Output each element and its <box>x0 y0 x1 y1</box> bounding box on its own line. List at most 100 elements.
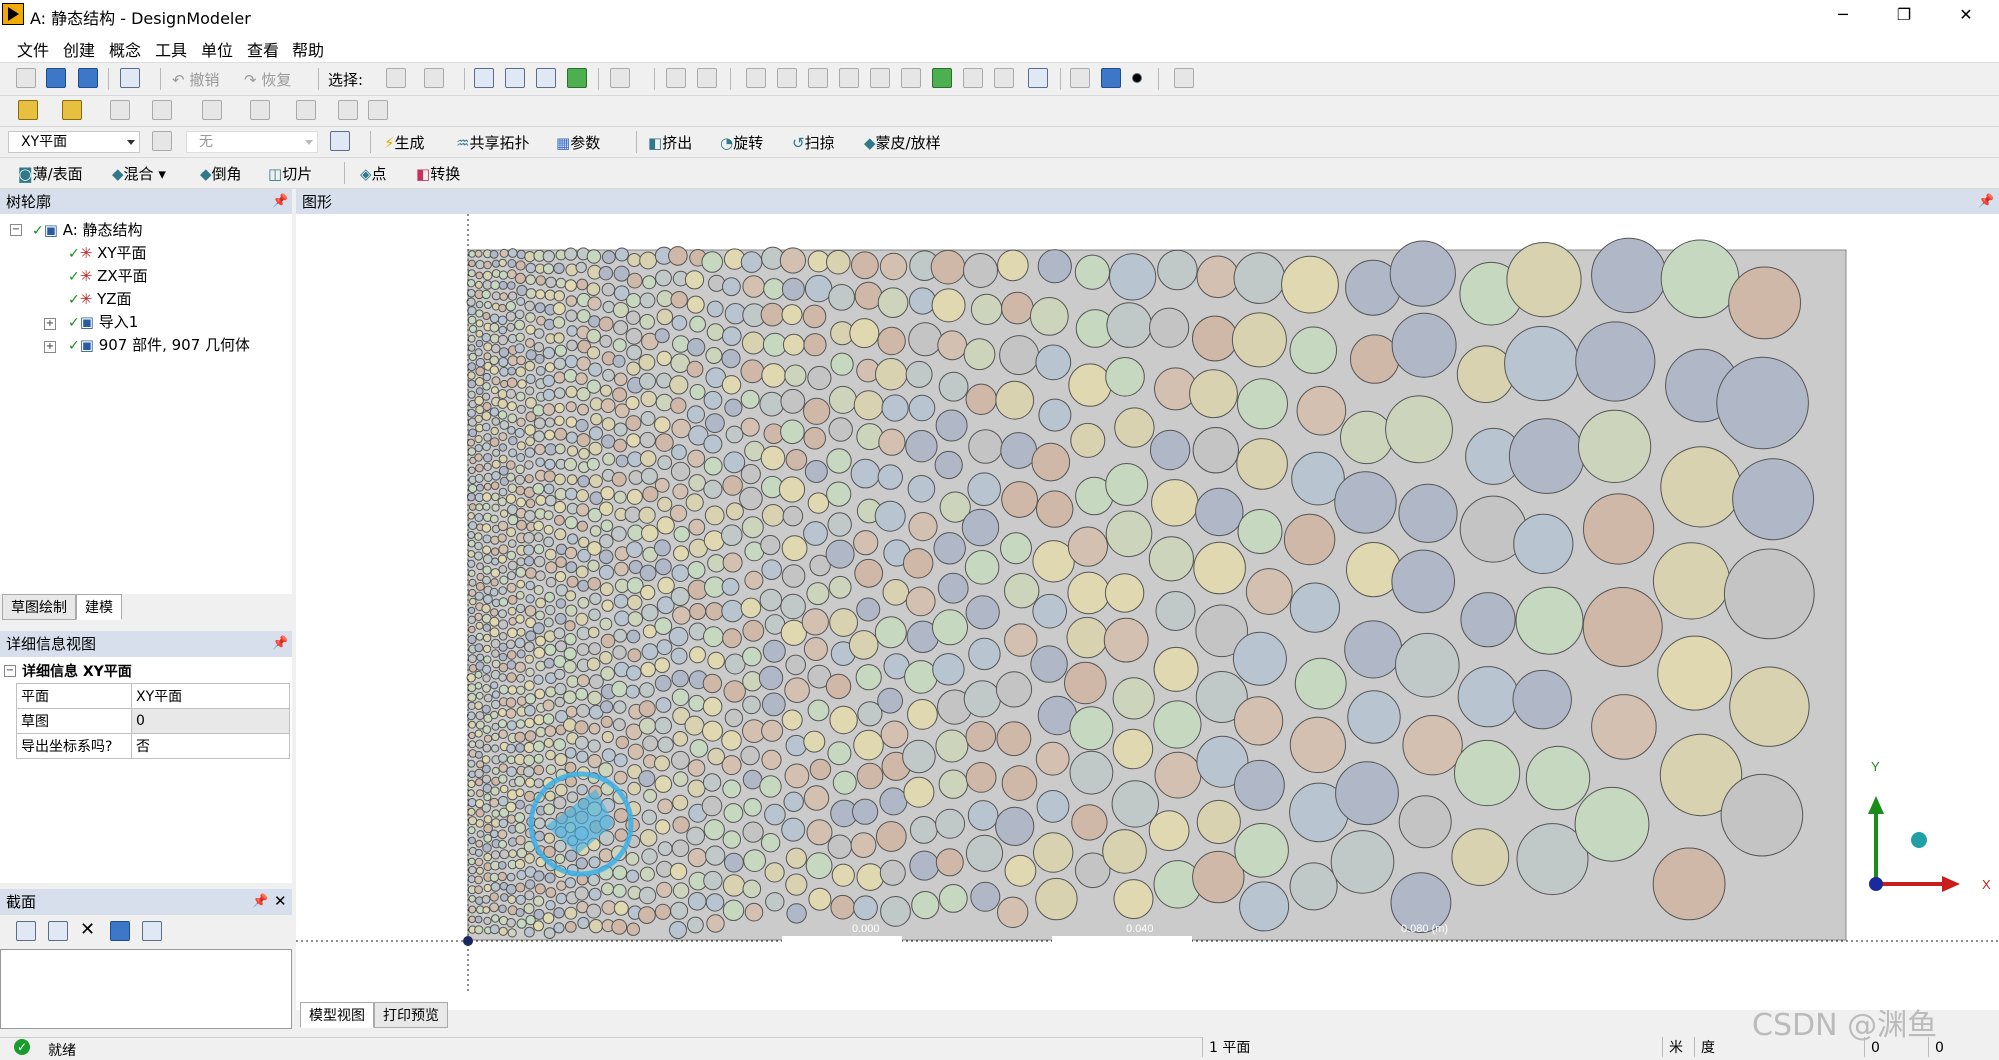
delete-icon[interactable]: ✕ <box>80 919 95 940</box>
tab-sketching[interactable]: 草图绘制 <box>2 594 76 620</box>
revolve-button[interactable]: ◔旋转 <box>720 132 763 153</box>
tree-item-import1[interactable]: ✓▣ 导入1 <box>68 311 138 332</box>
pin-icon[interactable]: 📌 <box>272 636 288 651</box>
particle-circle <box>588 722 601 735</box>
blend-button[interactable]: ◆混合 ▾ <box>112 163 166 184</box>
close-button[interactable]: ✕ <box>1940 0 1992 30</box>
expand-icon[interactable]: + <box>44 341 56 353</box>
particle-circle <box>525 274 536 285</box>
line-tool-4-icon[interactable] <box>250 100 270 120</box>
menu-create[interactable]: 创建 <box>63 37 95 61</box>
menu-file[interactable]: 文件 <box>17 37 49 61</box>
new-icon[interactable] <box>16 68 36 88</box>
undo-button[interactable]: ↶ 撤销 <box>172 69 219 90</box>
redo-button[interactable]: ↷ 恢复 <box>244 69 291 90</box>
section-cap-icon[interactable] <box>110 921 130 941</box>
close-icon[interactable]: ✕ <box>274 892 287 910</box>
section-list[interactable] <box>0 949 292 1029</box>
collapse-icon[interactable]: − <box>10 224 22 236</box>
menu-view[interactable]: 查看 <box>247 37 279 61</box>
extrude-button[interactable]: ◧挤出 <box>648 132 692 153</box>
pin-icon[interactable]: 📌 <box>272 194 288 209</box>
details-value[interactable]: XY平面 <box>131 683 290 709</box>
parameters-button[interactable]: ▦参数 <box>556 132 600 153</box>
thin-surface-button[interactable]: ◙薄/表面 <box>18 163 83 184</box>
display-mode-icon[interactable] <box>62 100 82 120</box>
new-section-icon[interactable] <box>16 921 36 941</box>
pan-icon[interactable] <box>777 68 797 88</box>
particle-circle <box>599 334 613 348</box>
box-select-icon[interactable] <box>666 68 686 88</box>
tree-item-zx-plane[interactable]: ✓✳ ZX平面 <box>68 265 148 286</box>
tree-item-xy-plane[interactable]: ✓✳ XY平面 <box>68 242 147 263</box>
pin-icon[interactable]: 📌 <box>252 894 268 909</box>
slice-button[interactable]: ◫切片 <box>268 163 312 184</box>
graphics-viewport[interactable]: Y X 0.000 0.040 0.080 (m) <box>296 214 1999 1010</box>
copy-section-icon[interactable] <box>48 921 68 941</box>
minimize-button[interactable]: ─ <box>1817 0 1869 30</box>
details-value[interactable]: 否 <box>131 733 290 759</box>
share-topology-button[interactable]: ♒共享拓扑 <box>456 132 529 153</box>
convert-button[interactable]: ◧转换 <box>416 163 460 184</box>
select-faces-icon[interactable] <box>536 68 556 88</box>
tab-print-preview[interactable]: 打印预览 <box>374 1002 448 1028</box>
menu-units[interactable]: 单位 <box>201 37 233 61</box>
zoom-in-icon[interactable] <box>932 68 952 88</box>
new-plane-icon[interactable] <box>152 131 172 151</box>
zoom-box-icon[interactable] <box>839 68 859 88</box>
sweep-button[interactable]: ↺扫掠 <box>792 132 835 153</box>
zoom-fit-icon[interactable] <box>870 68 890 88</box>
section-settings-icon[interactable] <box>142 921 162 941</box>
particle-circle <box>803 333 827 357</box>
tree-root[interactable]: ✓▣ A: 静态结构 <box>32 219 143 240</box>
pin-icon[interactable]: 📌 <box>1978 194 1994 209</box>
generate-button[interactable]: ⚡生成 <box>384 132 425 153</box>
graphics-options-icon[interactable] <box>18 100 38 120</box>
collapse-icon[interactable]: − <box>4 665 16 677</box>
tree-item-yz-plane[interactable]: ✓✳ YZ面 <box>68 288 132 309</box>
new-sketch-icon[interactable] <box>330 131 350 151</box>
select-mode-icon[interactable] <box>386 68 406 88</box>
line-tool-1-icon[interactable] <box>110 100 130 120</box>
pin-tool-icon[interactable] <box>338 100 358 120</box>
expand-icon[interactable]: + <box>44 318 56 330</box>
model-canvas[interactable]: Y X 0.000 0.040 0.080 (m) <box>296 214 1999 1010</box>
box-select-2-icon[interactable] <box>697 68 717 88</box>
zoom-icon[interactable] <box>808 68 828 88</box>
particle-circle <box>554 473 566 486</box>
select-edges-icon[interactable] <box>505 68 525 88</box>
save-icon[interactable] <box>46 68 66 88</box>
iso-view-icon[interactable] <box>994 68 1014 88</box>
rotate-icon[interactable] <box>746 68 766 88</box>
line-tool-2-icon[interactable] <box>152 100 172 120</box>
skin-loft-button[interactable]: ◆蒙皮/放样 <box>864 132 941 153</box>
select-bodies-icon[interactable] <box>567 68 587 88</box>
menu-concept[interactable]: 概念 <box>109 37 141 61</box>
menu-tools[interactable]: 工具 <box>155 37 187 61</box>
line-tool-3-icon[interactable] <box>202 100 222 120</box>
triad-icon[interactable] <box>1070 68 1090 88</box>
tree-item-parts[interactable]: ✓▣ 907 部件, 907 几何体 <box>68 334 250 355</box>
show-hide-icon[interactable] <box>1174 68 1194 88</box>
zoom-magnify-icon[interactable] <box>901 68 921 88</box>
point-display-icon[interactable] <box>1132 73 1142 83</box>
tab-modeling[interactable]: 建模 <box>76 594 122 620</box>
select-points-icon[interactable] <box>474 68 494 88</box>
point-button[interactable]: ◈点 <box>360 163 387 184</box>
tab-model-view[interactable]: 模型视图 <box>300 1002 374 1028</box>
extend-selection-icon[interactable] <box>610 68 630 88</box>
line-tool-5-icon[interactable] <box>296 100 316 120</box>
particle-circle <box>542 912 555 924</box>
plane-select[interactable]: XY平面 <box>8 131 140 153</box>
zoom-out-icon[interactable] <box>963 68 983 88</box>
menu-help[interactable]: 帮助 <box>292 37 324 61</box>
anchor-tool-icon[interactable] <box>368 100 388 120</box>
view-options-icon[interactable] <box>1028 68 1048 88</box>
save-as-icon[interactable] <box>78 68 98 88</box>
display-model-icon[interactable] <box>1101 68 1121 88</box>
screenshot-icon[interactable] <box>120 68 140 88</box>
maximize-button[interactable]: ❐ <box>1878 0 1930 30</box>
chamfer-button[interactable]: ◆倒角 <box>200 163 242 184</box>
sketch-select[interactable]: 无 <box>186 131 318 153</box>
select-filter-icon[interactable] <box>424 68 444 88</box>
